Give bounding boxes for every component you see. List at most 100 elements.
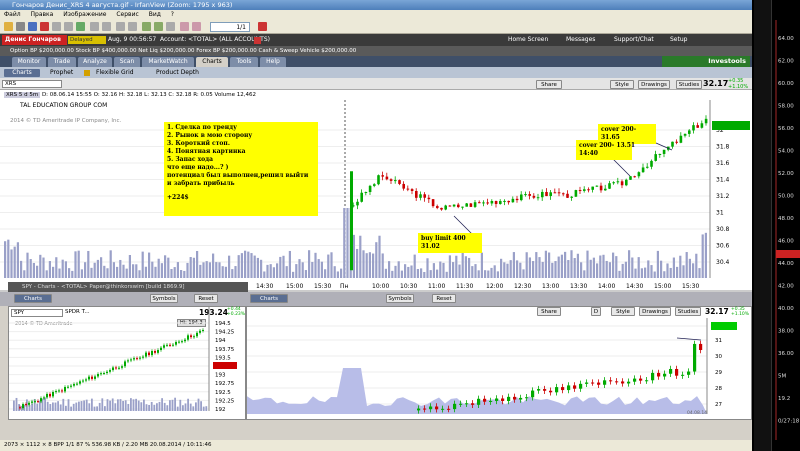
volume-bar [117, 399, 119, 411]
volume-bar [224, 266, 227, 278]
menu-help[interactable]: ? [171, 11, 174, 18]
subtab-prophet[interactable]: Prophet [50, 67, 73, 78]
tab-charts[interactable]: Charts [196, 57, 228, 67]
spy-charts-button[interactable]: Charts [14, 294, 52, 303]
volume-bar [512, 252, 515, 278]
candle-body [130, 359, 132, 361]
x-tick-label: 12:30 [514, 283, 531, 290]
symbol-input[interactable]: XRS [2, 80, 62, 88]
tab-marketwatch[interactable]: MarketWatch [142, 57, 194, 67]
home-screen-link[interactable]: Home Screen [508, 34, 548, 46]
xrs-studies-button[interactable]: Studies [675, 307, 701, 316]
tab-trade[interactable]: Trade [48, 57, 76, 67]
candle-body [675, 141, 678, 143]
save-icon[interactable] [28, 22, 37, 31]
candle-body [486, 202, 489, 204]
candle-body [699, 343, 703, 351]
volume-bar [676, 266, 679, 278]
xrs-charts-button[interactable]: Charts [250, 294, 288, 303]
volume-bar [124, 400, 127, 411]
menu-edit[interactable]: Правка [31, 11, 54, 18]
xrs-reset-button[interactable]: Reset [432, 294, 456, 303]
volume-bar [477, 270, 480, 278]
cut-icon[interactable] [52, 22, 61, 31]
volume-bar [100, 257, 103, 278]
period-label[interactable]: XRS 5 d 5m [4, 92, 41, 98]
print-icon[interactable] [166, 22, 175, 31]
zoom-out-icon[interactable] [102, 22, 111, 31]
xrs-drawings-button[interactable]: Drawings [639, 307, 671, 316]
candle-body [543, 389, 547, 391]
candle-body [627, 381, 631, 384]
candle-body [377, 175, 380, 185]
volume-bar [439, 261, 442, 278]
volume-bar [564, 251, 567, 278]
candle-body [385, 176, 389, 180]
support-chat-link[interactable]: Support/Chat [614, 34, 654, 46]
xrs-symbols-button[interactable]: Symbols [386, 294, 414, 303]
y-tick-label: 193.75 [215, 347, 235, 353]
xrs-style-button[interactable]: Style [611, 307, 635, 316]
page-indicator[interactable]: 1/1 [210, 22, 250, 32]
tab-tools[interactable]: Tools [230, 57, 258, 67]
alert-icon[interactable] [254, 37, 261, 44]
volume-bar [84, 262, 87, 278]
tab-scan[interactable]: Scan [114, 57, 140, 67]
volume-bar [352, 234, 355, 278]
setup-link[interactable]: Setup [670, 34, 687, 46]
open-icon[interactable] [4, 22, 13, 31]
volume-bar [634, 268, 637, 278]
next-icon[interactable] [154, 22, 163, 31]
copy-icon[interactable] [64, 22, 73, 31]
tab-analyze[interactable]: Analyze [78, 57, 112, 67]
tab-help[interactable]: Help [260, 57, 286, 67]
rotate-right-icon[interactable] [128, 22, 137, 31]
subtab-charts[interactable]: Charts [4, 69, 40, 77]
volume-bar [42, 257, 45, 278]
tab-monitor[interactable]: Monitor [12, 57, 46, 67]
spy-symbols-button[interactable]: Symbols [150, 294, 178, 303]
settings-icon[interactable] [192, 22, 201, 31]
xrs-share-button[interactable]: Share [537, 307, 561, 316]
info-icon[interactable] [180, 22, 189, 31]
zoom-in-icon[interactable] [90, 22, 99, 31]
candle-body [61, 390, 63, 392]
status-bar: 2073 × 1112 × 8 BPP 1/1 87 % 536.98 KB /… [0, 440, 752, 451]
x-tick-label: 15:30 [314, 283, 331, 290]
menu-image[interactable]: Изображение [63, 11, 106, 18]
ohlc-readout: D: 08.06.14 15:55 O: 32.16 H: 32.18 L: 3… [41, 92, 256, 98]
volume-bar [573, 258, 576, 278]
volume-bar [189, 403, 192, 411]
volume-bar [195, 402, 197, 411]
volume-bar [346, 208, 349, 278]
volume-bar [525, 252, 528, 278]
menu-service[interactable]: Сервис [116, 11, 138, 18]
spy-reset-button[interactable]: Reset [194, 294, 218, 303]
messages-link[interactable]: Messages [566, 34, 595, 46]
menu-file[interactable]: Файл [4, 11, 21, 18]
volume-bar [183, 270, 186, 278]
strip-label: 40.00 [778, 306, 794, 312]
volume-bar [682, 265, 685, 278]
delete-icon[interactable] [40, 22, 49, 31]
studies-button[interactable]: Studies [676, 80, 702, 89]
xrs-aggregation-button[interactable]: D [591, 307, 601, 316]
exit-icon[interactable] [258, 22, 267, 31]
share-button[interactable]: Share [536, 80, 562, 89]
candle-body [567, 385, 571, 391]
menu-view[interactable]: Вид [149, 11, 161, 18]
drawings-button[interactable]: Drawings [638, 80, 670, 89]
prev-icon[interactable] [142, 22, 151, 31]
subtab-product-depth[interactable]: Product Depth [156, 67, 199, 78]
rotate-left-icon[interactable] [116, 22, 125, 31]
candle-body [599, 185, 603, 191]
volume-bar [154, 266, 157, 278]
paste-icon[interactable] [76, 22, 85, 31]
volume-bar [137, 400, 140, 411]
y-tick-label: 31.6 [716, 160, 730, 167]
candle-body [423, 194, 426, 198]
style-button[interactable]: Style [610, 80, 634, 89]
slideshow-icon[interactable] [16, 22, 25, 31]
candle-body [616, 181, 620, 183]
subtab-flexible-grid[interactable]: Flexible Grid [96, 67, 134, 78]
